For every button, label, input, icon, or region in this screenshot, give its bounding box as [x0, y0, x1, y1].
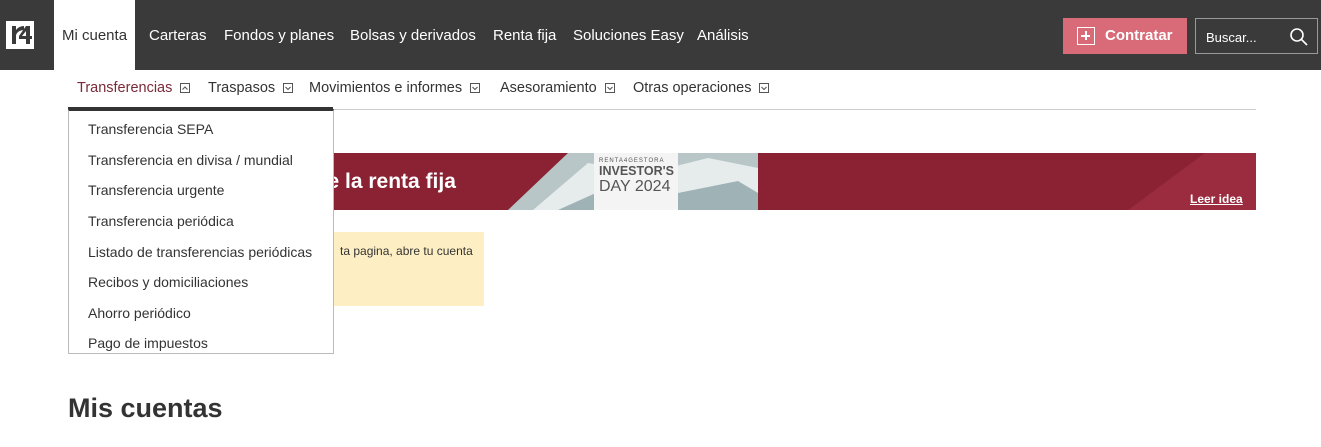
- menu-item-ahorro-periodico[interactable]: Ahorro periódico: [88, 304, 191, 322]
- menu-item-transferencia-sepa[interactable]: Transferencia SEPA: [88, 120, 213, 138]
- search-box: [1195, 18, 1318, 54]
- contratar-label: Contratar: [1105, 27, 1173, 44]
- subnav-traspasos-label: Traspasos: [208, 80, 276, 96]
- plus-icon: [1077, 27, 1095, 45]
- page-heading: Mis cuentas: [68, 393, 223, 423]
- menu-item-transferencia-urgente[interactable]: Transferencia urgente: [88, 181, 224, 199]
- subnav-otras-operaciones[interactable]: Otras operaciones: [633, 70, 770, 109]
- chevron-down-icon: [759, 83, 770, 93]
- menu-item-pago-impuestos[interactable]: Pago de impuestos: [88, 334, 208, 352]
- search-input[interactable]: [1206, 27, 1284, 47]
- subnav-transferencias-label: Transferencias: [77, 80, 173, 96]
- nav-soluciones-easy[interactable]: Soluciones Easy: [573, 0, 684, 70]
- chevron-down-icon: [604, 83, 615, 93]
- menu-item-recibos-domiciliaciones[interactable]: Recibos y domiciliaciones: [88, 273, 248, 291]
- subnav-asesoramiento-label: Asesoramiento: [500, 80, 597, 96]
- menu-item-transferencia-divisa[interactable]: Transferencia en divisa / mundial: [88, 151, 293, 169]
- transferencias-dropdown: Transferencia SEPA Transferencia en divi…: [68, 109, 334, 354]
- chevron-down-icon: [283, 83, 294, 93]
- contratar-button[interactable]: Contratar: [1063, 18, 1187, 54]
- sub-navigation: Transferencias Traspasos Movimientos e i…: [68, 70, 1256, 110]
- r4-logo[interactable]: [6, 21, 34, 49]
- subnav-transferencias[interactable]: Transferencias: [77, 70, 191, 109]
- subnav-movimientos-e-informes[interactable]: Movimientos e informes: [309, 70, 481, 109]
- investors-day-logo: RENTA4GESTORA INVESTOR'S DAY 2024: [594, 153, 678, 210]
- nav-fondos-y-planes[interactable]: Fondos y planes: [224, 0, 334, 70]
- nav-mi-cuenta[interactable]: Mi cuenta: [54, 0, 136, 70]
- leer-idea-link[interactable]: Leer idea: [1190, 192, 1243, 206]
- top-navigation-bar: Mi cuenta Carteras Fondos y planes Bolsa…: [0, 0, 1321, 70]
- nav-analisis[interactable]: Análisis: [697, 0, 749, 70]
- subnav-movimientos-label: Movimientos e informes: [309, 80, 463, 96]
- nav-bolsas-y-derivados[interactable]: Bolsas y derivados: [350, 0, 476, 70]
- chevron-down-icon: [470, 83, 481, 93]
- menu-item-listado-transferencias[interactable]: Listado de transferencias periódicas: [88, 243, 312, 261]
- menu-item-transferencia-periodica[interactable]: Transferencia periódica: [88, 212, 234, 230]
- subnav-asesoramiento[interactable]: Asesoramiento: [500, 70, 615, 109]
- chevron-up-icon: [180, 83, 191, 93]
- event-title-line1: INVESTOR'S: [599, 164, 674, 178]
- notice-text: ta pagina, abre tu cuenta: [340, 244, 473, 258]
- event-title-line2: DAY 2024: [599, 178, 671, 195]
- nav-renta-fija[interactable]: Renta fija: [493, 0, 556, 70]
- nav-carteras[interactable]: Carteras: [149, 0, 207, 70]
- search-icon[interactable]: [1289, 27, 1309, 47]
- subnav-traspasos[interactable]: Traspasos: [208, 70, 294, 109]
- subnav-otras-operaciones-label: Otras operaciones: [633, 80, 752, 96]
